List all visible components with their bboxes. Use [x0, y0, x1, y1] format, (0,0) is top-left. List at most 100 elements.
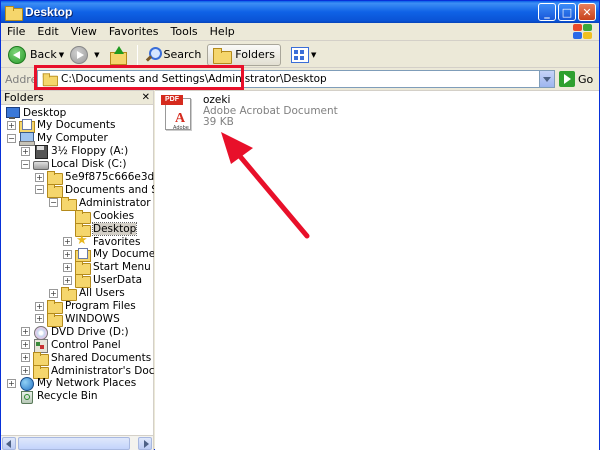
- back-button[interactable]: Back ▼: [5, 44, 67, 66]
- maximize-button[interactable]: □: [558, 3, 576, 21]
- folder-icon: [61, 196, 77, 211]
- collapse-icon[interactable]: −: [21, 159, 30, 169]
- file-size: 39 KB: [203, 116, 234, 128]
- back-arrow-icon: [8, 45, 26, 64]
- expand-icon[interactable]: +: [63, 275, 72, 285]
- folder-icon: [47, 312, 63, 327]
- search-button[interactable]: Search: [142, 44, 205, 66]
- collapse-icon[interactable]: −: [7, 133, 16, 143]
- expand-icon[interactable]: +: [7, 120, 16, 130]
- tree-item-label: My Network Places: [37, 377, 137, 390]
- go-button[interactable]: Go: [559, 70, 593, 88]
- tree-item-label: WINDOWS: [65, 312, 120, 325]
- tree-item[interactable]: + Control Panel: [21, 338, 121, 353]
- address-input[interactable]: C:\Documents and Settings\Administrator\…: [37, 70, 555, 88]
- tree-item[interactable]: − My Computer: [7, 132, 108, 147]
- expand-icon[interactable]: +: [35, 172, 44, 182]
- folder-icon: [75, 274, 91, 289]
- menu-tools[interactable]: Tools: [165, 25, 204, 38]
- tree-item[interactable]: + Start Menu: [63, 261, 151, 276]
- tree-item[interactable]: + Shared Documents: [21, 351, 152, 366]
- minimize-button[interactable]: _: [538, 3, 556, 21]
- tree-item-label: Recycle Bin: [37, 390, 98, 403]
- file-item[interactable]: A Adobe PDF ozeki Adobe Acrobat Document…: [161, 95, 361, 135]
- scroll-thumb[interactable]: [18, 437, 130, 450]
- tree-item[interactable]: + Administrator's Documents: [21, 364, 154, 379]
- collapse-icon[interactable]: −: [49, 198, 58, 208]
- tree-item[interactable]: + Favorites: [63, 233, 141, 248]
- tree-item[interactable]: − Documents and Settings: [35, 183, 154, 198]
- pdf-badge-sub: Adobe: [173, 125, 189, 131]
- horizontal-scrollbar[interactable]: [1, 435, 153, 450]
- close-button[interactable]: ✕: [578, 3, 596, 21]
- tree-item-label: All Users: [79, 287, 125, 300]
- tree-item-label: My Computer: [37, 132, 108, 145]
- scroll-left-button[interactable]: [2, 437, 16, 450]
- folder-up-icon[interactable]: [109, 45, 127, 65]
- tree-item[interactable]: + Program Files: [35, 300, 136, 314]
- views-icon[interactable]: [291, 46, 310, 63]
- expand-icon[interactable]: +: [21, 353, 30, 363]
- chevron-down-icon[interactable]: ▼: [94, 51, 99, 59]
- tree-item[interactable]: + UserData: [63, 274, 142, 289]
- address-label: Address: [5, 72, 39, 86]
- menu-help[interactable]: Help: [204, 25, 241, 38]
- tree-item[interactable]: +5e9f875c666e3df3dcf322: [35, 171, 154, 185]
- expand-icon[interactable]: +: [63, 237, 72, 246]
- expand-icon[interactable]: +: [21, 146, 30, 156]
- tree-item-label: Desktop: [91, 221, 138, 236]
- tree-item[interactable]: + My Documents: [63, 248, 154, 263]
- tree-item[interactable]: Desktop: [5, 106, 66, 119]
- tree-item-label: Cookies: [93, 209, 135, 222]
- toolbar-separator: [136, 44, 138, 65]
- expand-icon[interactable]: +: [7, 378, 16, 388]
- desktop-icon: [5, 106, 20, 119]
- tree-item[interactable]: +3½ Floppy (A:): [21, 145, 128, 160]
- expand-icon[interactable]: +: [21, 327, 30, 337]
- forward-button[interactable]: ▼: [67, 44, 102, 66]
- expand-icon[interactable]: +: [21, 366, 30, 375]
- tree-item[interactable]: − Administrator: [49, 196, 151, 211]
- expand-icon[interactable]: +: [21, 340, 30, 350]
- tree-item-label: Desktop: [23, 106, 67, 119]
- folders-button[interactable]: Folders: [207, 43, 282, 66]
- scroll-right-button[interactable]: [138, 437, 152, 450]
- star-icon: [75, 233, 90, 248]
- tree-item[interactable]: − Local Disk (C:): [21, 158, 127, 171]
- expand-icon[interactable]: +: [63, 249, 72, 259]
- tree-item[interactable]: + My Network Places: [7, 377, 137, 392]
- tree-item[interactable]: + My Documents: [7, 119, 115, 134]
- folders-label: Folders: [235, 48, 276, 61]
- expand-icon[interactable]: +: [49, 288, 58, 298]
- chevron-down-icon[interactable]: ▼: [311, 51, 316, 59]
- expand-icon[interactable]: +: [35, 314, 44, 324]
- expand-icon[interactable]: +: [35, 301, 44, 311]
- expand-icon[interactable]: +: [63, 262, 72, 272]
- tree-item[interactable]: + DVD Drive (D:): [21, 325, 129, 340]
- tree-item-label: Shared Documents: [51, 351, 152, 364]
- tree-item[interactable]: Recycle Bin: [19, 390, 98, 405]
- chevron-down-icon[interactable]: ▼: [59, 51, 64, 59]
- go-label: Go: [578, 72, 594, 86]
- address-bar: Address C:\Documents and Settings\Admini…: [1, 69, 599, 89]
- tree-item[interactable]: + WINDOWS: [35, 312, 120, 327]
- tree-item-label: Favorites: [93, 235, 141, 248]
- folder-icon: [75, 261, 91, 276]
- title-bar[interactable]: Desktop _ □ ✕: [1, 1, 599, 23]
- floppy-icon: [33, 145, 48, 160]
- folder-icon: [5, 5, 23, 21]
- collapse-icon[interactable]: −: [35, 185, 44, 195]
- folder-icon: [47, 171, 63, 185]
- tree-item[interactable]: Cookies: [75, 209, 135, 224]
- tree-item-label: 5e9f875c666e3df3dcf322: [65, 171, 154, 183]
- menu-view[interactable]: View: [65, 25, 103, 38]
- file-list: A Adobe PDF ozeki Adobe Acrobat Document…: [155, 90, 599, 450]
- close-icon[interactable]: ✕: [142, 92, 150, 103]
- tree-item[interactable]: + All Users: [49, 287, 125, 302]
- chevron-down-icon[interactable]: [539, 71, 554, 87]
- folder-icon: [47, 300, 63, 314]
- menu-file[interactable]: File: [1, 25, 31, 38]
- menu-favorites[interactable]: Favorites: [103, 25, 165, 38]
- menu-edit[interactable]: Edit: [31, 25, 64, 38]
- back-label: Back: [30, 48, 57, 61]
